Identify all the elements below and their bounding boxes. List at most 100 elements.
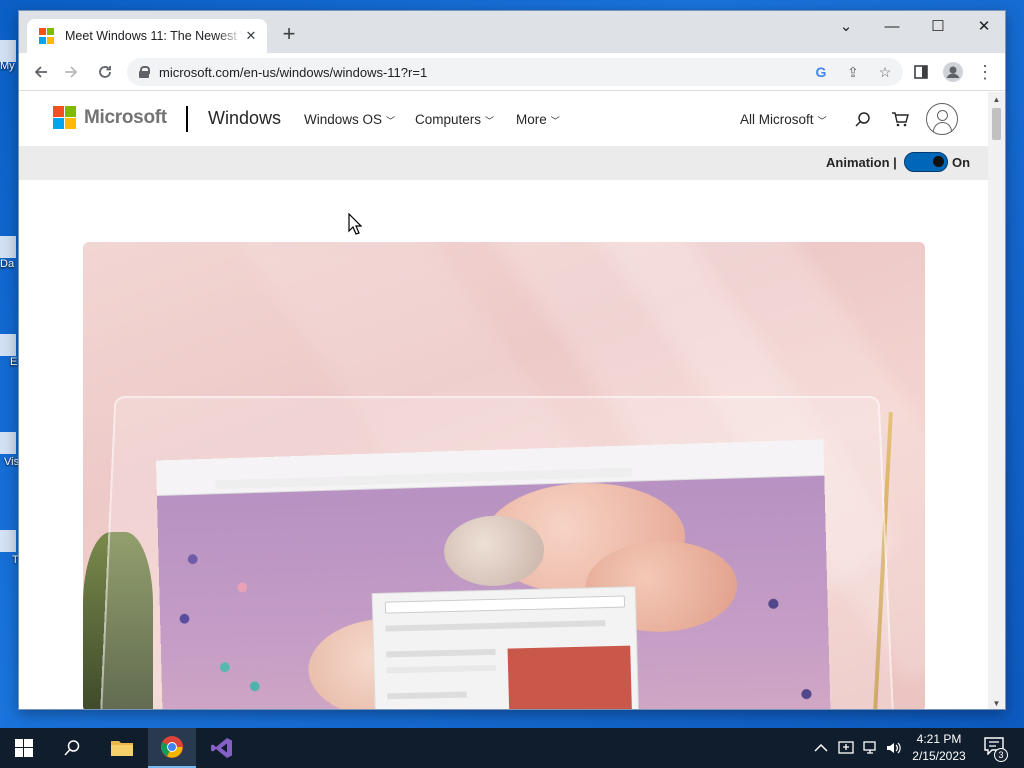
tray-app-icon[interactable] bbox=[838, 728, 854, 768]
screen-tab bbox=[170, 463, 268, 476]
screen-search-box bbox=[385, 595, 625, 613]
address-bar[interactable]: microsoft.com/en-us/windows/windows-11?r… bbox=[127, 58, 903, 86]
speaker-glyph bbox=[885, 740, 901, 756]
tab-search-icon[interactable]: ⌄ bbox=[823, 11, 869, 41]
desktop-shortcut-label[interactable]: E bbox=[10, 356, 17, 368]
desktop-shortcut-icon[interactable] bbox=[0, 236, 16, 258]
hero-image bbox=[83, 242, 925, 710]
microsoft-favicon-icon bbox=[39, 28, 55, 44]
nav-more[interactable]: More ﹀ bbox=[516, 112, 560, 127]
tab-close-icon[interactable]: ✕ bbox=[243, 28, 259, 44]
chevron-up-icon bbox=[814, 743, 828, 753]
nav-windows-os[interactable]: Windows OS ﹀ bbox=[304, 112, 395, 127]
profile-icon[interactable] bbox=[941, 60, 965, 84]
header-divider bbox=[186, 106, 188, 132]
flower bbox=[237, 582, 247, 592]
volume-icon[interactable] bbox=[885, 728, 901, 768]
clock[interactable]: 4:21 PM 2/15/2023 bbox=[904, 731, 974, 765]
flower bbox=[179, 614, 189, 624]
clock-date: 2/15/2023 bbox=[904, 748, 974, 765]
network-glyph bbox=[862, 740, 880, 756]
nav-label: Windows OS bbox=[304, 112, 382, 127]
animation-bar: Animation | On bbox=[19, 146, 989, 180]
side-panel-icon[interactable] bbox=[909, 60, 933, 84]
product-name-link[interactable]: Windows bbox=[208, 108, 281, 129]
scroll-up-icon[interactable]: ▲ bbox=[992, 95, 1001, 104]
desktop-shortcut-icon[interactable] bbox=[0, 334, 16, 356]
reload-button[interactable] bbox=[93, 60, 117, 84]
notification-count-badge: 3 bbox=[994, 748, 1008, 762]
account-icon[interactable] bbox=[926, 103, 958, 135]
animation-label: Animation | bbox=[826, 155, 897, 170]
network-icon[interactable] bbox=[862, 728, 880, 768]
scroll-down-icon[interactable]: ▼ bbox=[992, 699, 1001, 708]
tray-overflow-icon[interactable] bbox=[814, 728, 828, 768]
menu-kebab-icon[interactable]: ⋮ bbox=[973, 60, 997, 84]
maximize-button[interactable]: ☐ bbox=[915, 11, 961, 41]
browser-window: Meet Windows 11: The Newest Windows ✕ + … bbox=[18, 10, 1006, 710]
close-window-button[interactable]: ✕ bbox=[961, 11, 1006, 41]
flower bbox=[250, 681, 260, 691]
site-header: Microsoft Windows Windows OS ﹀ Computers ﹀… bbox=[19, 92, 989, 146]
clock-time: 4:21 PM bbox=[904, 731, 974, 748]
desktop-shortcut-icon[interactable] bbox=[0, 530, 16, 552]
screen-thumbnail bbox=[508, 646, 633, 710]
all-microsoft-label: All Microsoft bbox=[740, 112, 814, 127]
bookmark-star-icon[interactable]: ☆ bbox=[875, 62, 895, 82]
visual-studio-button[interactable] bbox=[198, 728, 246, 768]
reload-icon bbox=[97, 64, 113, 80]
share-icon[interactable]: ⇪ bbox=[843, 62, 863, 82]
page-viewport: Microsoft Windows Windows OS ﹀ Computers ﹀… bbox=[19, 92, 989, 710]
tab-strip: Meet Windows 11: The Newest Windows ✕ + … bbox=[19, 11, 1005, 53]
cart-icon[interactable] bbox=[889, 108, 911, 130]
flower bbox=[220, 662, 230, 672]
flower bbox=[768, 599, 778, 609]
microsoft-logo-icon bbox=[53, 106, 76, 129]
minimize-button[interactable]: — bbox=[869, 11, 915, 41]
screen-row bbox=[387, 692, 467, 700]
chevron-down-icon: ﹀ bbox=[551, 116, 560, 126]
forward-arrow-icon bbox=[63, 64, 79, 80]
chevron-down-icon: ﹀ bbox=[386, 116, 395, 126]
desktop-shortcut-label[interactable]: My bbox=[0, 60, 15, 72]
browser-tab[interactable]: Meet Windows 11: The Newest Windows ✕ bbox=[27, 19, 267, 53]
visual-studio-icon bbox=[210, 736, 234, 760]
url-text[interactable]: microsoft.com/en-us/windows/windows-11?r… bbox=[159, 65, 427, 80]
laptop-screen bbox=[156, 439, 831, 710]
animation-state: On bbox=[952, 155, 970, 170]
chrome-taskbar-button[interactable] bbox=[148, 728, 196, 768]
desktop-shortcut-icon[interactable] bbox=[0, 432, 16, 454]
windows-logo-icon bbox=[15, 739, 33, 757]
search-icon[interactable] bbox=[851, 108, 873, 130]
new-tab-button[interactable]: + bbox=[277, 23, 301, 47]
folder-icon bbox=[110, 738, 134, 758]
file-explorer-button[interactable] bbox=[98, 728, 146, 768]
microsoft-logo[interactable]: Microsoft bbox=[53, 106, 167, 129]
nav-label: Computers bbox=[415, 112, 481, 127]
omnibox-actions: G ⇪ ☆ bbox=[811, 62, 895, 82]
mouse-cursor-icon bbox=[348, 213, 362, 235]
cart-glyph bbox=[891, 111, 909, 128]
google-icon[interactable]: G bbox=[811, 62, 831, 82]
desktop-shortcut-icon[interactable] bbox=[0, 40, 16, 62]
taskbar-search-button[interactable] bbox=[48, 728, 96, 768]
desktop-shortcut-label[interactable]: Vis bbox=[4, 456, 19, 468]
forward-button[interactable] bbox=[59, 60, 83, 84]
nav-computers[interactable]: Computers ﹀ bbox=[415, 112, 494, 127]
screen-app-card bbox=[372, 586, 640, 710]
search-glyph bbox=[854, 111, 871, 128]
profile-glyph bbox=[943, 62, 963, 82]
nav-label: More bbox=[516, 112, 547, 127]
start-button[interactable] bbox=[0, 728, 48, 768]
desktop-shortcut-label[interactable]: Da bbox=[0, 258, 14, 270]
animation-toggle[interactable] bbox=[904, 152, 948, 172]
search-icon bbox=[63, 739, 81, 757]
flower bbox=[801, 689, 812, 699]
lock-icon bbox=[139, 66, 149, 78]
browser-toolbar: microsoft.com/en-us/windows/windows-11?r… bbox=[19, 53, 1005, 91]
scroll-thumb[interactable] bbox=[992, 108, 1001, 140]
page-scrollbar[interactable]: ▲ ▼ bbox=[988, 92, 1005, 710]
tab-title: Meet Windows 11: The Newest Windows bbox=[65, 29, 243, 43]
back-button[interactable] bbox=[29, 60, 53, 84]
all-microsoft-menu[interactable]: All Microsoft ﹀ bbox=[740, 112, 827, 127]
